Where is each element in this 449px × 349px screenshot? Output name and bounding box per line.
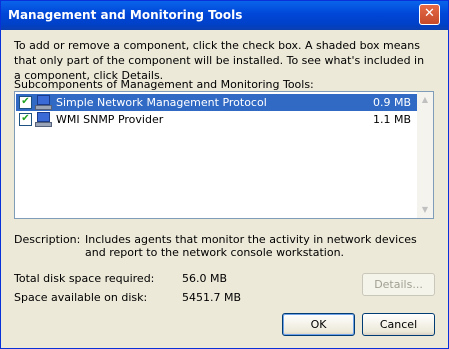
component-name: WMI SNMP Provider xyxy=(56,113,164,126)
subcomponents-label: Subcomponents of Management and Monitori… xyxy=(14,78,314,91)
close-icon: ✕ xyxy=(424,6,435,21)
scroll-up-arrow-icon[interactable]: ▲ xyxy=(417,92,433,108)
list-item-wmi-snmp-provider[interactable]: ✔ WMI SNMP Provider 1.1 MB xyxy=(16,111,417,128)
dialog-body: To add or remove a component, click the … xyxy=(4,30,445,345)
description-text: Includes agents that monitor the activit… xyxy=(85,233,417,259)
ok-button[interactable]: OK xyxy=(282,313,355,336)
scroll-down-arrow-icon[interactable]: ▼ xyxy=(417,202,433,218)
total-disk-value: 56.0 MB xyxy=(182,272,228,285)
subcomponents-list[interactable]: ✔ Simple Network Management Protocol 0.9… xyxy=(14,91,434,219)
network-computer-icon xyxy=(35,112,52,127)
network-computer-icon xyxy=(35,95,52,110)
snmp-checkbox[interactable]: ✔ xyxy=(19,96,32,109)
component-name: Simple Network Management Protocol xyxy=(54,95,269,110)
details-button[interactable]: Details... xyxy=(362,273,435,296)
available-disk-value: 5451.7 MB xyxy=(182,291,242,304)
cancel-button[interactable]: Cancel xyxy=(362,313,435,336)
close-button[interactable]: ✕ xyxy=(419,4,440,25)
list-scrollbar[interactable]: ▲ ▼ xyxy=(417,92,433,218)
description-label: Description: xyxy=(14,233,81,246)
window-title: Management and Monitoring Tools xyxy=(8,8,243,22)
total-disk-label: Total disk space required: xyxy=(14,272,155,285)
title-bar[interactable]: Management and Monitoring Tools ✕ xyxy=(1,1,448,30)
available-disk-label: Space available on disk: xyxy=(14,291,148,304)
component-size: 0.9 MB xyxy=(372,96,411,109)
wmi-snmp-checkbox[interactable]: ✔ xyxy=(19,113,32,126)
instructions-text: To add or remove a component, click the … xyxy=(14,39,425,82)
dialog-window: Management and Monitoring Tools ✕ To add… xyxy=(0,0,449,349)
component-size: 1.1 MB xyxy=(372,113,411,126)
list-item-snmp[interactable]: ✔ Simple Network Management Protocol 0.9… xyxy=(16,94,417,111)
